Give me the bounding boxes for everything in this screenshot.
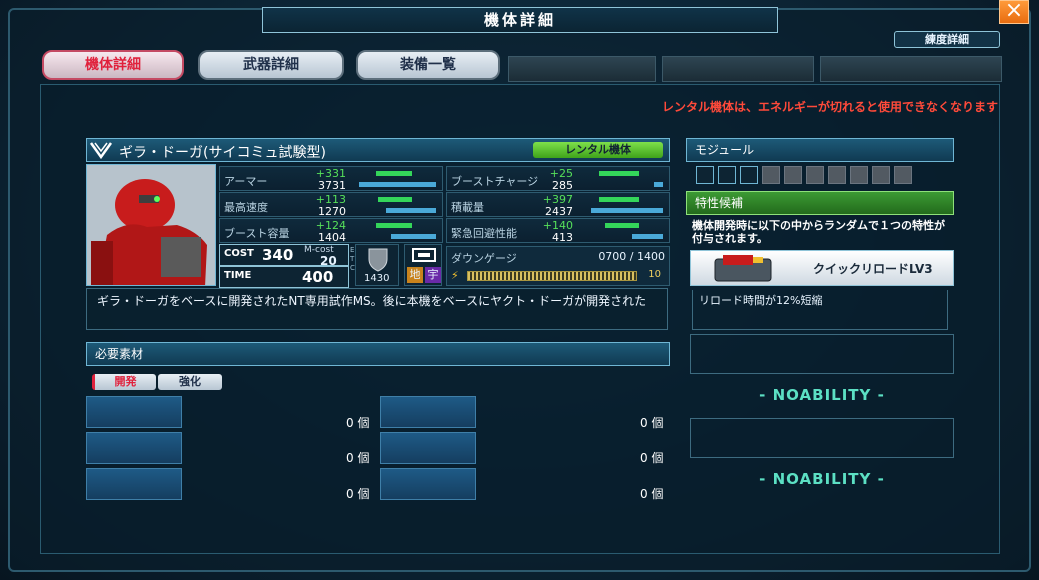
stat-bar-value	[391, 234, 436, 239]
stat-bar-bonus	[599, 197, 639, 202]
lightning-icon: ⚡	[451, 269, 459, 282]
cost-label: COST	[224, 248, 254, 259]
down-level: 10	[648, 269, 661, 280]
unit-header: ギラ・ドーガ(サイコミュ試験型) レンタル機体	[86, 138, 670, 162]
material-slot[interactable]	[380, 432, 476, 464]
module-slot-locked	[850, 166, 868, 184]
proficiency-detail-button[interactable]: 練度詳細	[894, 31, 1000, 48]
stat-evasion: 緊急回避性能 +140 413	[446, 218, 670, 244]
stat-bar-value	[632, 234, 663, 239]
down-label: ダウンゲージ	[451, 252, 517, 265]
stat-boost-charge: ブーストチャージ +25 285	[446, 166, 670, 192]
module-slot-locked	[872, 166, 890, 184]
rental-badge: レンタル機体	[533, 142, 663, 158]
traits-description: 機体開発時に以下の中からランダムで１つの特性が付与されます。	[692, 219, 945, 245]
module-slot-locked	[828, 166, 846, 184]
material-qty: 0 個	[640, 416, 664, 430]
skill-effect: リロード時間が12%短縮	[692, 290, 948, 330]
stat-bar-value	[386, 208, 436, 213]
time-cell: TIME 400	[219, 266, 349, 288]
module-slot-locked	[762, 166, 780, 184]
tab-unit-detail[interactable]: 機体詳細	[42, 50, 184, 80]
down-gauge-bar	[467, 271, 637, 281]
module-slot-locked	[806, 166, 824, 184]
window-frame: 機体詳細 × 練度詳細 機体詳細 武器詳細 装備一覧 レンタル機体は、エネルギー…	[0, 0, 1039, 580]
close-icon: ×	[1004, 0, 1024, 23]
skill-name: クイックリロードLV3	[813, 262, 933, 276]
material-qty: 0 個	[640, 451, 664, 465]
shield-value: 1430	[364, 273, 390, 284]
unit-portrait	[86, 164, 216, 286]
noability-label: - NOABILITY -	[759, 470, 885, 488]
trait-slot-empty	[690, 334, 954, 374]
unit-name: ギラ・ドーガ(サイコミュ試験型)	[119, 145, 326, 161]
stat-bar-value	[359, 182, 436, 187]
module-slot[interactable]	[696, 166, 714, 184]
cost-cell: COST 340 M-cost 20	[219, 244, 349, 268]
material-slot[interactable]	[380, 396, 476, 428]
tab-slot-empty	[820, 56, 1002, 82]
rental-warning: レンタル機体は、エネルギーが切れると使用できなくなります	[661, 100, 998, 114]
rank-emblem-icon	[89, 142, 113, 160]
skill-card[interactable]: クイックリロードLV3	[690, 250, 954, 286]
material-qty: 0 個	[346, 416, 370, 430]
stat-bar-value	[591, 208, 663, 213]
materials-header: 必要素材	[86, 342, 670, 366]
tab-equipment-list[interactable]: 装備一覧	[356, 50, 500, 80]
material-slot[interactable]	[86, 432, 182, 464]
material-qty: 0 個	[346, 451, 370, 465]
mobile-suit-image	[87, 165, 215, 285]
stat-bar-bonus	[599, 171, 639, 176]
stat-bar-bonus	[605, 223, 639, 228]
terrain-ground: 地	[407, 267, 423, 283]
down-gauge: ダウンゲージ 0700 / 1400 ⚡ 10	[446, 246, 670, 286]
shield-box: 1430	[355, 244, 399, 286]
window-title: 機体詳細	[262, 7, 778, 33]
tab-weapon-detail[interactable]: 武器詳細	[198, 50, 344, 80]
module-slot-locked	[894, 166, 912, 184]
time-value: 400	[302, 268, 334, 286]
tab-slot-empty	[662, 56, 814, 82]
material-qty: 0 個	[640, 487, 664, 501]
terrain-box: 地 宇	[404, 244, 442, 286]
module-slot[interactable]	[718, 166, 736, 184]
stat-bar-value	[654, 182, 663, 187]
shield-icon	[368, 248, 388, 272]
noability-label: - NOABILITY -	[759, 386, 885, 404]
stat-armor: アーマー +331 3731	[219, 166, 443, 192]
stat-boost-capacity: ブースト容量 +124 1404	[219, 218, 443, 244]
stat-max-speed: 最高速度 +113 1270	[219, 192, 443, 218]
close-button[interactable]: ×	[999, 0, 1029, 24]
stat-bar-bonus	[376, 223, 412, 228]
terrain-icon	[412, 248, 436, 262]
material-slot[interactable]	[86, 468, 182, 500]
stat-payload: 積載量 +397 2437	[446, 192, 670, 218]
tab-develop[interactable]: 開発	[92, 374, 156, 390]
stat-bar-bonus	[378, 197, 412, 202]
terrain-space: 宇	[425, 267, 441, 283]
module-slot[interactable]	[740, 166, 758, 184]
module-header: モジュール	[686, 138, 954, 162]
stat-bar-bonus	[376, 171, 412, 176]
traits-header: 特性候補	[686, 191, 954, 215]
material-qty: 0 個	[346, 487, 370, 501]
trait-slot-empty	[690, 418, 954, 458]
cost-value: 340	[262, 246, 294, 264]
time-label: TIME	[224, 270, 252, 281]
down-value: 0700 / 1400	[598, 250, 665, 263]
material-slot[interactable]	[380, 468, 476, 500]
module-slot-locked	[784, 166, 802, 184]
unit-description: ギラ・ドーガをベースに開発されたNT専用試作MS。後に本機をベースにヤクト・ドー…	[86, 288, 668, 330]
tab-slot-empty	[508, 56, 656, 82]
tab-enhance[interactable]: 強化	[158, 374, 222, 390]
material-slot[interactable]	[86, 396, 182, 428]
magazine-icon	[714, 255, 772, 282]
